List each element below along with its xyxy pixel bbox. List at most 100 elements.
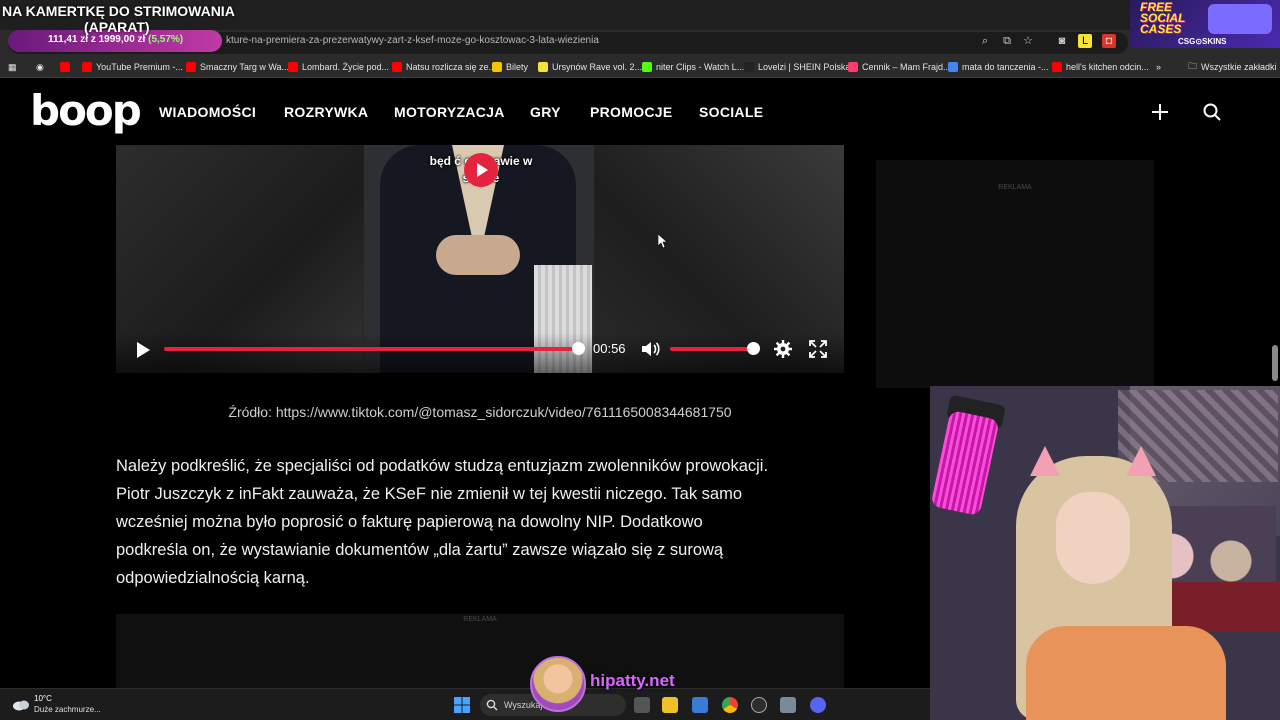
apps-grid-icon[interactable]: ▦ <box>8 60 17 74</box>
bookmark-label: Lovelzi | SHEIN Polska <box>758 62 851 72</box>
obs-icon[interactable] <box>751 697 767 713</box>
nav-promocje[interactable]: PROMOCJE <box>590 104 673 120</box>
bookmark-item[interactable]: Smaczny Targ w Wa... <box>186 60 289 74</box>
article-paragraph: Należy podkreślić, że specjaliści od pod… <box>116 452 856 592</box>
nav-wiadomosci[interactable]: WIADOMOŚCI <box>159 104 256 120</box>
promo-title: FREE SOCIAL CASES <box>1140 0 1186 36</box>
bookmark-item[interactable]: Bilety <box>492 60 528 74</box>
video-player[interactable]: będ ć o sprawie w sądzie 00:56 <box>116 145 844 373</box>
extension-red-icon[interactable]: ◘ <box>1102 34 1116 48</box>
bookmark-item[interactable]: niter Clips - Watch L... <box>642 60 744 74</box>
nav-rozrywka[interactable]: ROZRYWKA <box>284 104 368 120</box>
mouse-cursor-icon <box>658 234 668 248</box>
person-hands <box>436 235 520 275</box>
all-bookmarks-label: Wszystkie zakładki <box>1201 62 1277 72</box>
site-logo[interactable]: boop <box>30 86 142 135</box>
article-line: podkreśla on, że wystawianie dokumentów … <box>116 541 724 559</box>
volume-handle[interactable] <box>747 342 760 355</box>
chrome-taskbar-icon[interactable] <box>722 697 738 713</box>
bookmark-item[interactable]: YouTube Premium -... <box>82 60 183 74</box>
cloud-icon[interactable] <box>12 697 30 711</box>
goal-percent: (5,57%) <box>148 34 184 45</box>
nav-sociale[interactable]: SOCIALE <box>699 104 763 120</box>
nav-gry[interactable]: GRY <box>530 104 561 120</box>
video-source-line[interactable]: Źródło: https://www.tiktok.com/@tomasz_s… <box>116 404 844 420</box>
gear-icon[interactable] <box>774 340 792 358</box>
video-play-overlay-button[interactable] <box>464 153 498 187</box>
nav-motoryzacja[interactable]: MOTORYZACJA <box>394 104 505 120</box>
windows-taskbar: 10°C Duże zachmurze... Wyszukaj <box>0 688 930 720</box>
search-icon[interactable] <box>1202 102 1222 122</box>
bookmark-item[interactable]: Lombard. Życie pod... <box>288 60 389 74</box>
bookmark-label: Smaczny Targ w Wa... <box>200 62 290 72</box>
play-icon[interactable] <box>134 341 152 359</box>
youtube-icon[interactable] <box>60 60 70 74</box>
video-controls: 00:56 <box>116 333 844 373</box>
promo-banner: FREE SOCIAL CASES CSG⊙SKINS <box>1130 0 1280 48</box>
settings-taskbar-icon[interactable] <box>780 697 796 713</box>
url-text[interactable]: kture-na-premiera-za-prezerwatywy-zart-z… <box>226 35 599 46</box>
ad-label: REKLAMA <box>998 184 1032 191</box>
volume-icon[interactable] <box>640 340 660 358</box>
bookmark-favicon-icon <box>392 62 402 72</box>
webcam-overlay <box>930 386 1280 720</box>
bookmark-favicon-icon <box>288 62 298 72</box>
weather-temp[interactable]: 10°C <box>34 694 52 703</box>
bookmark-item[interactable]: Cennik – Mam Frajd... <box>848 60 951 74</box>
file-explorer-icon[interactable] <box>662 697 678 713</box>
streamer-handle: hipatty.net <box>590 671 675 690</box>
video-progress-handle[interactable] <box>572 342 585 355</box>
bookmark-favicon-icon <box>186 62 196 72</box>
goal-amount: 111,41 zł z 1999,00 zł (5,57%) <box>48 34 184 45</box>
bookmark-item[interactable]: mata do tanczenia -... <box>948 60 1049 74</box>
bookmark-star-icon[interactable]: ☆ <box>1021 34 1035 48</box>
more-bookmarks-icon[interactable]: » <box>1156 60 1161 74</box>
promo-discord-box <box>1208 4 1272 34</box>
bookmark-label: Bilety <box>506 62 529 72</box>
bookmark-label: YouTube Premium -... <box>96 62 183 72</box>
bookmark-label: mata do tanczenia -... <box>962 62 1049 72</box>
bookmark-favicon-icon <box>538 62 548 72</box>
ad-label: REKLAMA <box>463 616 497 623</box>
bookmark-item[interactable]: hell's kitchen odcin... <box>1052 60 1149 74</box>
scrollbar-thumb[interactable] <box>1272 345 1278 381</box>
article-line: Piotr Juszczyk z inFakt zauważa, że KSeF… <box>116 485 743 503</box>
bookmark-favicon-icon <box>948 62 958 72</box>
fullscreen-icon[interactable] <box>809 340 827 358</box>
discord-icon[interactable] <box>810 697 826 713</box>
extension-l-icon[interactable]: L <box>1078 34 1092 48</box>
zoom-icon[interactable]: ⌕ <box>978 34 992 48</box>
volume-slider[interactable] <box>670 347 752 351</box>
bookmark-item[interactable]: Lovelzi | SHEIN Polska <box>744 60 850 74</box>
article-line: wcześniej można było poprosić o fakturę … <box>116 513 703 531</box>
folder-icon: 🗀 <box>1188 61 1198 71</box>
bookmark-item[interactable]: Natsu rozlicza się ze... <box>392 60 496 74</box>
store-icon[interactable] <box>692 697 708 713</box>
site-header: boop WIADOMOŚCI ROZRYWKA MOTORYZACJA GRY… <box>0 78 1280 145</box>
video-time: 00:56 <box>593 341 626 356</box>
weather-desc[interactable]: Duże zachmurze... <box>34 705 101 714</box>
ad-sidebar[interactable]: REKLAMA <box>876 160 1154 388</box>
bookmark-favicon-icon <box>848 62 858 72</box>
bookmark-favicon-icon <box>744 62 754 72</box>
bookmark-favicon-icon <box>82 62 92 72</box>
video-progress-bar[interactable] <box>164 347 578 351</box>
windows-start-icon[interactable] <box>454 697 470 713</box>
bookmark-label: Ursynów Rave vol. 2... <box>552 62 643 72</box>
microphone <box>930 409 1000 517</box>
install-icon[interactable]: ⧉ <box>1000 34 1014 48</box>
extension-icon[interactable]: ◙ <box>1055 34 1069 48</box>
search-icon <box>486 699 498 711</box>
bookmark-label: Lombard. Życie pod... <box>302 62 390 72</box>
bookmarks-bar: ▦ ◉ YouTube Premium -... Smaczny Targ w W… <box>0 56 1280 78</box>
bookmark-item[interactable]: Ursynów Rave vol. 2... <box>538 60 642 74</box>
bookmark-favicon-icon <box>642 62 652 72</box>
chrome-icon[interactable]: ◉ <box>36 60 44 74</box>
all-bookmarks[interactable]: 🗀 Wszystkie zakładki <box>1188 60 1277 74</box>
plus-icon[interactable] <box>1150 102 1170 122</box>
bookmark-favicon-icon <box>492 62 502 72</box>
cat-ear-left <box>1030 446 1060 476</box>
bookmark-label: niter Clips - Watch L... <box>656 62 745 72</box>
task-view-icon[interactable] <box>634 697 650 713</box>
avatar <box>530 656 586 712</box>
